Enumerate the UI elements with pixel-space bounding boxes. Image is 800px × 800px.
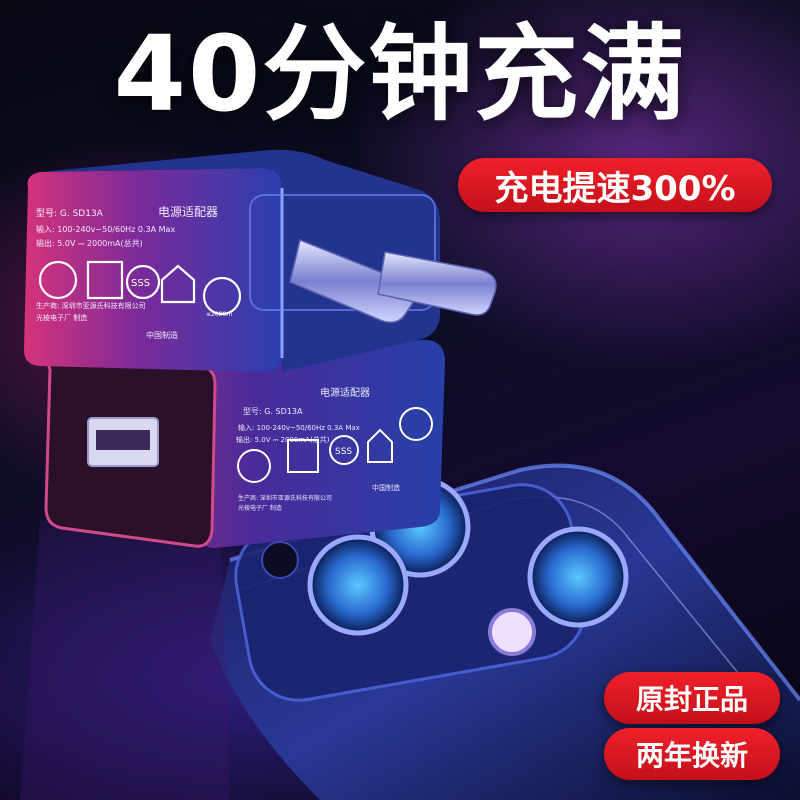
label-mark-bottom: SSS bbox=[335, 447, 352, 457]
label-factory-bottom: 光棱电子厂 制造 bbox=[238, 504, 282, 512]
label-manufacturer-top: 生产商: 深圳市亚源氏科技有限公司 bbox=[36, 301, 146, 310]
label-model-top: 型号: G. SD13A bbox=[36, 208, 104, 219]
label-output-top: 输出: 5.0V ⎓ 2000mA(总共) bbox=[36, 238, 143, 248]
label-origin-top: 中国制造 bbox=[146, 330, 178, 340]
label-origin-bottom: 中国制造 bbox=[372, 483, 400, 492]
genuine-badge: 原封正品 bbox=[604, 672, 780, 724]
label-input-bottom: 输入: 100-240v~50/60Hz 0.3A Max bbox=[238, 423, 360, 432]
label-mark-top: SSS bbox=[131, 278, 150, 289]
warranty-badge: 两年换新 bbox=[604, 728, 780, 780]
speed-badge: 充电提速300% bbox=[458, 158, 772, 212]
label-manufacturer-bottom: 生产商: 深圳市亚源氏科技有限公司 bbox=[238, 494, 332, 502]
label-type-bottom: 电源适配器 bbox=[320, 386, 370, 399]
label-type-top: 电源适配器 bbox=[158, 205, 218, 219]
label-altitude-top: ≤2000m bbox=[206, 311, 232, 318]
label-input-top: 输入: 100-240v~50/60Hz 0.3A Max bbox=[36, 224, 175, 234]
headline: 40分钟充满 bbox=[113, 13, 687, 135]
label-model-bottom: 型号: G. SD13A bbox=[243, 407, 303, 416]
label-factory-top: 光棱电子厂 制造 bbox=[36, 313, 87, 322]
reflection bbox=[20, 520, 230, 800]
top-charger: 型号: G. SD13A 电源适配器 输入: 100-240v~50/60Hz … bbox=[24, 149, 497, 372]
